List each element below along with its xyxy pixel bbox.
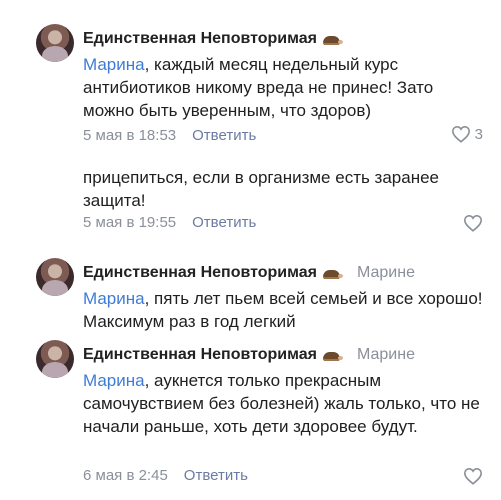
author-name[interactable]: Единственная Неповторимая [83, 264, 317, 282]
reply-to-name[interactable]: Марине [357, 346, 415, 364]
hedgehog-emoji-icon [322, 34, 343, 45]
reply-button[interactable]: Ответить [192, 214, 256, 231]
like-button[interactable] [463, 467, 483, 485]
hedgehog-emoji-icon [322, 268, 343, 279]
comment-time[interactable]: 5 мая в 18:53 [83, 127, 176, 144]
comment-meta: 6 мая в 2:45 Ответить [83, 467, 248, 484]
comment-meta: 5 мая в 19:55 Ответить [83, 214, 256, 231]
avatar[interactable] [36, 340, 74, 378]
comment-text: Марина, пять лет пьем всей семьей и все … [83, 287, 488, 333]
comment-author[interactable]: Единственная Неповторимая [83, 30, 343, 48]
mention-link[interactable]: Марина [83, 55, 145, 74]
avatar[interactable] [36, 258, 74, 296]
like-count: 3 [474, 125, 483, 143]
comment-text: Марина, аукнется только прекрасным самоч… [83, 369, 488, 438]
heart-icon [463, 214, 483, 232]
author-name[interactable]: Единственная Неповторимая [83, 30, 317, 48]
mention-link[interactable]: Марина [83, 371, 145, 390]
heart-icon [463, 467, 483, 485]
avatar[interactable] [36, 24, 74, 62]
reply-button[interactable]: Ответить [184, 467, 248, 484]
comment-author[interactable]: Единственная Неповторимая Марине [83, 264, 415, 282]
heart-icon [451, 125, 470, 143]
comment-meta: 5 мая в 18:53 Ответить [83, 127, 256, 144]
comment-time[interactable]: 5 мая в 19:55 [83, 214, 176, 231]
hedgehog-emoji-icon [322, 350, 343, 361]
like-button[interactable] [463, 214, 483, 232]
reply-to-name[interactable]: Марине [357, 264, 415, 282]
comment-time[interactable]: 6 мая в 2:45 [83, 467, 168, 484]
reply-button[interactable]: Ответить [192, 127, 256, 144]
mention-link[interactable]: Марина [83, 289, 145, 308]
comment-text: прицепиться, если в организме есть заран… [83, 166, 488, 212]
comment-body: прицепиться, если в организме есть заран… [83, 168, 440, 210]
like-button[interactable]: 3 [451, 125, 483, 143]
comment-author[interactable]: Единственная Неповторимая Марине [83, 346, 415, 364]
author-name[interactable]: Единственная Неповторимая [83, 346, 317, 364]
comment-text: Марина, каждый месяц недельный курс анти… [83, 53, 488, 122]
